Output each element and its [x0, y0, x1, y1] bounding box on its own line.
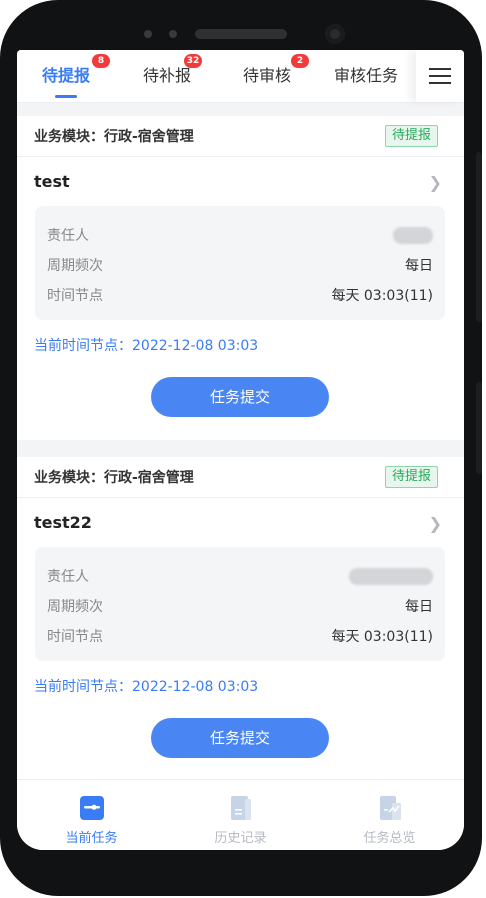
info-value: 每天 03:03(11)	[331, 629, 433, 645]
chevron-right-icon[interactable]: ❯	[429, 173, 442, 192]
task-card: 业务模块：行政-宿舍管理 待提报 test22 ❯ 责任人 周期频次 每日 时间…	[17, 457, 464, 779]
task-info-panel: 责任人 周期频次 每日 时间节点 每天 03:03(11)	[35, 547, 445, 661]
business-module-label: 业务模块：行政-宿舍管理	[34, 470, 194, 486]
bottom-navigation: 当前任务 历史记录 任务总览	[17, 779, 464, 850]
submit-task-button[interactable]: 任务提交	[151, 718, 329, 758]
side-button-volume	[476, 382, 482, 474]
chevron-right-icon[interactable]: ❯	[429, 514, 442, 533]
history-icon	[231, 796, 251, 820]
task-info-panel: 责任人 周期频次 每日 时间节点 每天 03:03(11)	[35, 206, 445, 320]
nav-label: 当前任务	[65, 831, 118, 846]
hamburger-menu-button[interactable]	[416, 50, 464, 102]
tab-label: 待补报	[142, 66, 191, 85]
tab-badge: 8	[92, 54, 110, 68]
sensor-dot	[144, 30, 152, 38]
tab-label: 待审核	[242, 66, 291, 85]
nav-history[interactable]: 历史记录	[166, 780, 315, 850]
status-badge: 待提报	[384, 466, 438, 488]
info-label: 时间节点	[47, 629, 103, 645]
info-row-timepoint: 时间节点 每天 03:03(11)	[47, 285, 433, 305]
tab-badge: 2	[291, 54, 309, 68]
front-camera	[325, 24, 345, 44]
status-badge: 待提报	[384, 125, 438, 147]
overview-icon	[380, 796, 401, 820]
current-time-node: 当前时间节点：2022-12-08 03:03	[34, 338, 259, 354]
tab-pending-supplement[interactable]: 待补报 32	[124, 50, 210, 102]
submit-task-button[interactable]: 任务提交	[151, 377, 329, 417]
task-name[interactable]: test	[34, 172, 70, 191]
top-tab-bar: 待提报 8 待补报 32 待审核 2 审核任务	[17, 50, 464, 103]
info-row-owner: 责任人	[47, 225, 433, 245]
nav-label: 任务总览	[363, 831, 416, 846]
card-header: 业务模块：行政-宿舍管理 待提报	[17, 116, 464, 157]
info-row-frequency: 周期频次 每日	[47, 255, 433, 275]
info-value: 每日	[405, 599, 433, 615]
info-row-timepoint: 时间节点 每天 03:03(11)	[47, 626, 433, 646]
redacted-owner-value	[393, 227, 433, 244]
nav-label: 历史记录	[214, 831, 267, 846]
tab-label: 审核任务	[333, 66, 398, 85]
current-task-icon	[80, 796, 104, 820]
info-value: 每日	[405, 258, 433, 274]
side-button-power	[476, 152, 482, 322]
info-label: 周期频次	[47, 258, 103, 274]
phone-frame: 待提报 8 待补报 32 待审核 2 审核任务 业务模块：行政-宿舍管理 待提报…	[0, 0, 482, 896]
task-name[interactable]: test22	[34, 513, 92, 532]
info-row-owner: 责任人	[47, 566, 433, 586]
active-tab-indicator	[55, 95, 77, 98]
info-row-frequency: 周期频次 每日	[47, 596, 433, 616]
info-label: 时间节点	[47, 288, 103, 304]
earpiece-speaker	[195, 29, 287, 39]
info-label: 责任人	[47, 569, 89, 585]
tab-badge: 32	[184, 54, 202, 68]
app-screen: 待提报 8 待补报 32 待审核 2 审核任务 业务模块：行政-宿舍管理 待提报…	[17, 50, 464, 850]
business-module-label: 业务模块：行政-宿舍管理	[34, 129, 194, 145]
sensor-dot	[169, 30, 177, 38]
nav-current-task[interactable]: 当前任务	[17, 780, 166, 850]
current-time-node: 当前时间节点：2022-12-08 03:03	[34, 679, 259, 695]
info-value: 每天 03:03(11)	[331, 288, 433, 304]
tab-label: 待提报	[41, 66, 90, 85]
task-card: 业务模块：行政-宿舍管理 待提报 test ❯ 责任人 周期频次 每日 时间节点…	[17, 116, 464, 440]
tab-pending-report[interactable]: 待提报 8	[23, 50, 110, 102]
tab-pending-review[interactable]: 待审核 2	[224, 50, 310, 102]
card-header: 业务模块：行政-宿舍管理 待提报	[17, 457, 464, 498]
redacted-owner-value	[349, 568, 433, 585]
info-label: 责任人	[47, 228, 89, 244]
tab-review-tasks[interactable]: 审核任务	[323, 50, 409, 102]
info-label: 周期频次	[47, 599, 103, 615]
nav-overview[interactable]: 任务总览	[315, 780, 464, 850]
